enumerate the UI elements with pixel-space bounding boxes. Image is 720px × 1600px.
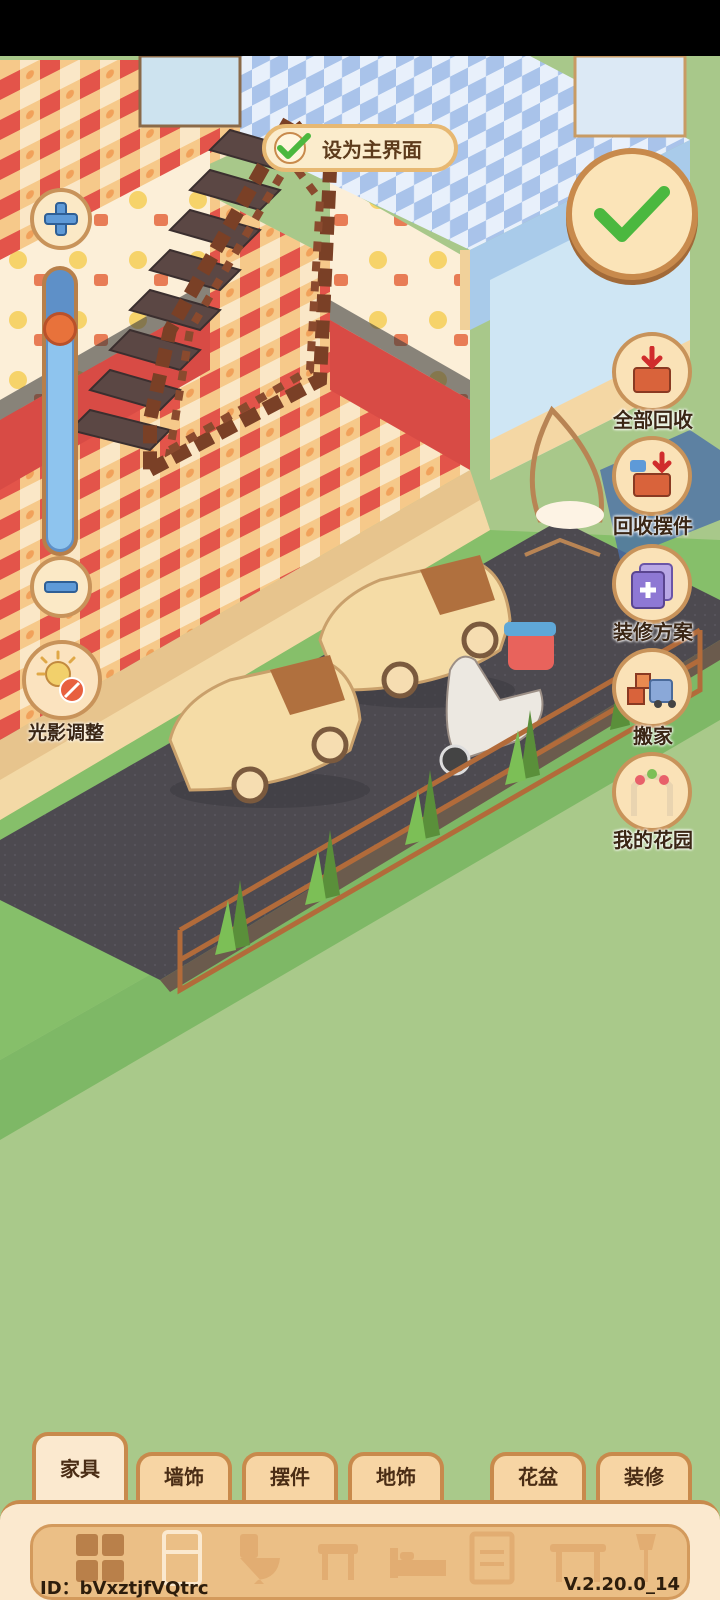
light-adjust-label: 光影调整 xyxy=(27,722,104,744)
my-garden-button[interactable] xyxy=(612,752,692,832)
set-main-screen-button[interactable]: 设为主界面 xyxy=(262,124,458,172)
bed-icon[interactable] xyxy=(388,1530,450,1586)
zoom-out-button[interactable] xyxy=(30,556,92,618)
checkmark-icon xyxy=(274,132,311,164)
recycle-all-label: 全部回收 xyxy=(613,408,693,432)
zoom-in-button[interactable] xyxy=(30,188,92,250)
tab-renovation[interactable]: 装修 xyxy=(596,1452,692,1500)
plan-cards-icon xyxy=(631,563,673,609)
moving-truck-icon xyxy=(627,673,676,708)
zoom-slider[interactable] xyxy=(42,266,78,556)
toilet-icon[interactable] xyxy=(234,1530,286,1586)
zoom-slider-fill xyxy=(48,332,72,549)
tab-furniture[interactable]: 家具 xyxy=(32,1432,128,1502)
cabinet-icon[interactable] xyxy=(466,1530,518,1586)
tab-wall-decor[interactable]: 墙饰 xyxy=(136,1452,232,1500)
confirm-button[interactable] xyxy=(566,148,698,280)
my-garden-label: 我的花园 xyxy=(613,828,693,852)
box-decor-recycle-icon xyxy=(630,451,672,497)
checkmark-icon xyxy=(594,186,670,242)
light-adjust-button[interactable] xyxy=(22,640,102,720)
tab-floor-decor[interactable]: 地饰 xyxy=(348,1452,444,1500)
minus-icon xyxy=(44,581,78,593)
zoom-slider-knob[interactable] xyxy=(43,312,77,346)
plus-icon xyxy=(44,202,78,236)
recycle-all-button[interactable] xyxy=(612,332,692,412)
set-main-screen-label: 设为主界面 xyxy=(322,137,422,162)
status-bar xyxy=(0,0,720,56)
tab-ornaments[interactable]: 摆件 xyxy=(242,1452,338,1500)
box-recycle-icon xyxy=(633,346,671,393)
version-label: V.2.20.0_14 xyxy=(563,1574,680,1595)
category-tabs: 家具 墙饰 摆件 地饰 花盆 装修 xyxy=(0,1432,720,1502)
decoration-plan-button[interactable] xyxy=(612,544,692,624)
move-house-label: 搬家 xyxy=(633,724,673,748)
recycle-decor-button[interactable] xyxy=(612,436,692,516)
garden-arch-icon xyxy=(631,769,673,816)
player-id: ID：bVxztjfVQtrc xyxy=(40,1578,209,1599)
move-house-button[interactable] xyxy=(612,648,692,728)
tab-flower-pots[interactable]: 花盆 xyxy=(490,1452,586,1500)
stool-icon[interactable] xyxy=(312,1530,364,1586)
recycle-decor-label: 回收摆件 xyxy=(613,514,693,538)
decoration-plan-label: 装修方案 xyxy=(613,620,693,644)
sun-icon xyxy=(36,650,85,703)
